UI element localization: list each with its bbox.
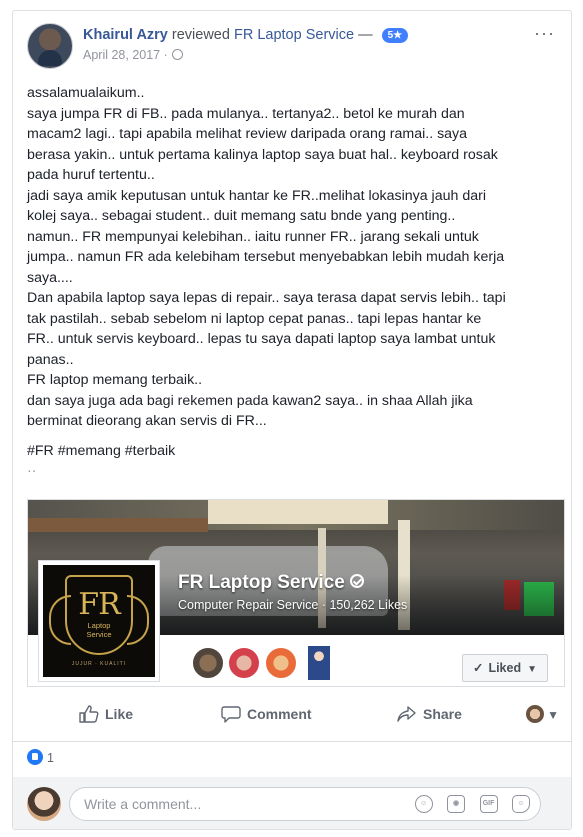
post-line: saya jumpa FR di FB.. pada mulanya.. ter… bbox=[27, 105, 465, 122]
current-user-avatar[interactable] bbox=[27, 787, 61, 821]
liked-label: Liked bbox=[488, 661, 522, 675]
post-headline: Khairul Azry reviewed FR Laptop Service … bbox=[83, 26, 409, 44]
post-line: jumpa.. namun FR ada kelebiham tersebut … bbox=[27, 249, 505, 265]
logo-text: FR bbox=[78, 587, 120, 622]
post-line: saya.... bbox=[27, 269, 73, 286]
author-avatar[interactable] bbox=[27, 23, 73, 69]
comment-tools: ☺ ◉ GIF ☺ bbox=[405, 795, 530, 813]
post-line: namun.. FR mempunyai kelebihan.. iaitu r… bbox=[27, 228, 479, 245]
camera-icon[interactable]: ◉ bbox=[447, 795, 466, 813]
friend-avatar[interactable] bbox=[191, 646, 225, 680]
share-button[interactable]: Share bbox=[397, 705, 462, 723]
post-line: berminat dieorang akan servis di FR... bbox=[27, 413, 267, 429]
page-name-text: FR Laptop Service bbox=[178, 572, 345, 593]
divider bbox=[13, 741, 571, 742]
page-name[interactable]: FR Laptop Service bbox=[178, 572, 364, 594]
caret-down-icon: ▼ bbox=[547, 708, 559, 722]
like-reaction-icon bbox=[27, 749, 43, 765]
post-line: berasa yakin.. untuk pertama kalinya lap… bbox=[27, 146, 498, 163]
like-label: Like bbox=[105, 706, 134, 722]
comment-button[interactable]: Comment bbox=[221, 705, 312, 723]
gif-icon[interactable]: GIF bbox=[479, 795, 498, 813]
post-line: FR.. untuk servis keyboard.. lepas tu sa… bbox=[27, 331, 496, 347]
friend-avatar[interactable] bbox=[227, 646, 262, 680]
logo-subtext: Laptop Service bbox=[86, 621, 112, 639]
post-line: pada huruf tertentu.. bbox=[27, 167, 155, 183]
caret-down-icon: ▼ bbox=[527, 664, 537, 675]
checkmark-icon: ✓ bbox=[472, 661, 484, 675]
post-line: macam2 lagi.. tapi apabila melihat revie… bbox=[27, 126, 468, 142]
friends-who-like[interactable] bbox=[191, 646, 331, 682]
post-date[interactable]: April 28, 2017 · bbox=[83, 48, 168, 62]
post-card: Khairul Azry reviewed FR Laptop Service … bbox=[12, 10, 572, 830]
post-line: FR laptop memang terbaik.. bbox=[27, 372, 203, 388]
page-attachment[interactable]: FR Laptop Service Computer Repair Servic… bbox=[27, 499, 565, 687]
liked-button[interactable]: ✓ Liked ▼ bbox=[461, 654, 548, 682]
fr-logo: FR Laptop Service JUJUR · KUALITI bbox=[43, 565, 155, 677]
action-bar: Like Comment Share ▼ bbox=[27, 699, 559, 735]
post-date-line: April 28, 2017 · bbox=[83, 48, 183, 62]
hashtags[interactable]: #FR #memang #terbaik bbox=[27, 441, 559, 462]
post-body: assalamualaikum.. saya jumpa FR di FB.. … bbox=[27, 83, 559, 482]
globe-icon bbox=[171, 49, 183, 60]
comment-composer: ☺ ◉ GIF ☺ bbox=[13, 777, 571, 829]
page-link[interactable]: FR Laptop Service bbox=[234, 27, 354, 43]
author-name[interactable]: Khairul Azry bbox=[83, 27, 168, 43]
check-circle-icon bbox=[349, 574, 364, 588]
like-button[interactable]: Like bbox=[79, 705, 133, 723]
small-avatar bbox=[525, 705, 544, 723]
friend-avatar[interactable] bbox=[263, 646, 298, 680]
post-line: Dan apabila laptop saya lepas di repair.… bbox=[27, 290, 506, 306]
choose-identity-button[interactable]: ▼ bbox=[525, 705, 559, 723]
post-ellipsis: ·· bbox=[27, 463, 37, 479]
post-line: kolej saya.. sebagai student.. duit mema… bbox=[27, 208, 456, 224]
action-text: reviewed bbox=[171, 27, 230, 43]
page-profile-picture[interactable]: FR Laptop Service JUJUR · KUALITI bbox=[38, 560, 160, 682]
sticker-icon[interactable]: ☺ bbox=[512, 795, 530, 813]
post-line: dan saya juga ada bagi rekemen pada kawa… bbox=[27, 392, 473, 409]
post-line: jadi saya amik keputusan untuk hantar ke… bbox=[27, 187, 486, 204]
emoji-icon[interactable]: ☺ bbox=[414, 795, 433, 813]
page-subtitle: Computer Repair Service · 150,262 Likes bbox=[178, 598, 408, 612]
more-options-icon[interactable]: ··· bbox=[534, 23, 555, 44]
post-line: assalamualaikum.. bbox=[27, 85, 145, 101]
post-header: Khairul Azry reviewed FR Laptop Service … bbox=[27, 23, 559, 73]
speech-bubble-icon bbox=[221, 706, 241, 723]
comment-input[interactable] bbox=[82, 795, 416, 813]
separator: — bbox=[358, 27, 373, 43]
comment-input-wrapper[interactable]: ☺ ◉ GIF ☺ bbox=[69, 787, 541, 821]
share-label: Share bbox=[423, 706, 462, 722]
rating-badge: 5★ bbox=[381, 28, 409, 43]
reactions-summary[interactable]: 1 bbox=[27, 749, 54, 765]
post-line: tak pastilah.. sebab sebelom ni laptop c… bbox=[27, 310, 482, 327]
likes-count: 1 bbox=[47, 751, 54, 765]
post-line: panas.. bbox=[27, 351, 74, 368]
thumbs-up-icon bbox=[79, 705, 99, 723]
logo-footer: JUJUR · KUALITI bbox=[71, 661, 127, 667]
share-arrow-icon bbox=[397, 706, 416, 722]
friend-avatar[interactable] bbox=[308, 646, 331, 680]
comment-label: Comment bbox=[247, 706, 312, 722]
